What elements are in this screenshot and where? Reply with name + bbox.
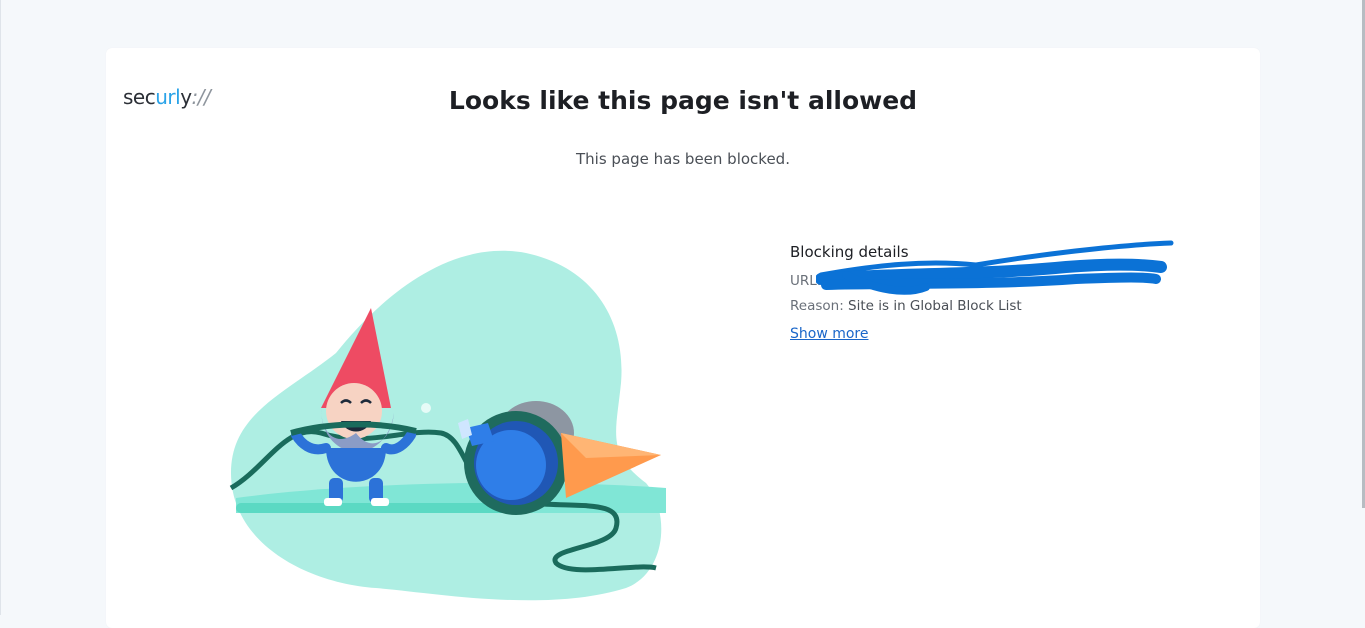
page-subtitle: This page has been blocked.: [576, 150, 790, 168]
blocking-details-panel: Blocking details URL: Reason: Site is in…: [790, 240, 1210, 342]
background-blob: [231, 250, 662, 601]
window-left-edge: [0, 0, 1, 615]
bubble: [421, 403, 431, 413]
reason-row: Reason: Site is in Global Block List: [790, 298, 1210, 314]
show-more-link[interactable]: Show more: [790, 326, 869, 342]
gnome-shoe-right: [371, 498, 389, 506]
gnome-shoe-left: [324, 498, 342, 506]
url-row: URL:: [790, 240, 1210, 295]
reason-label: Reason:: [790, 298, 844, 314]
blocked-page-card: securly:// Looks like this page isn't al…: [106, 48, 1260, 628]
reason-value: Site is in Global Block List: [848, 298, 1022, 314]
page-title: Looks like this page isn't allowed: [448, 86, 918, 115]
redaction-scribble: [816, 240, 1174, 295]
gnome-cutting-cable-illustration: [229, 250, 666, 601]
